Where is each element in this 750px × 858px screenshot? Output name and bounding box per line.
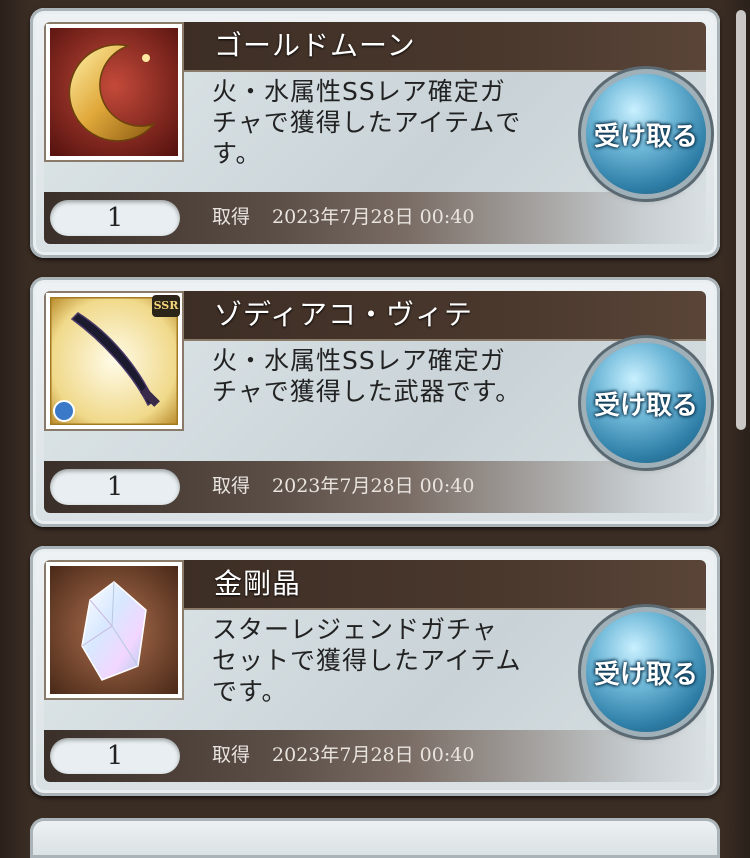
quantity-pill: 1 <box>50 738 180 774</box>
item-card-partial <box>30 818 720 858</box>
title-bar: ゴールドムーン <box>184 22 706 72</box>
desc-line: す。 <box>212 139 262 168</box>
receive-button[interactable]: 受け取る <box>586 343 706 463</box>
title-bar: ゾディアコ・ヴィテ <box>184 291 706 341</box>
card-footer: 1 取得 2023年7月28日 00:40 <box>44 192 706 244</box>
quantity-pill: 1 <box>50 200 180 236</box>
acquired-label: 取得 <box>212 206 251 228</box>
water-element-icon <box>53 400 75 422</box>
receive-label: 受け取る <box>593 122 698 152</box>
acquired-label: 取得 <box>212 744 251 766</box>
desc-line: チャで獲得した武器です。 <box>212 377 522 406</box>
acquired-info: 取得 2023年7月28日 00:40 <box>212 742 474 768</box>
item-card-gold-moon: ゴールドムーン 火・水属性SSレア確定ガ チャで獲得したアイテムで す。 1 取… <box>30 8 720 258</box>
item-name: ゾディアコ・ヴィテ <box>214 298 474 331</box>
acquired-info: 取得 2023年7月28日 00:40 <box>212 204 474 230</box>
acquired-date: 2023年7月28日 00:40 <box>272 475 475 497</box>
receive-button[interactable]: 受け取る <box>586 612 706 732</box>
desc-line: 火・水属性SSレア確定ガ <box>212 77 506 106</box>
receive-label: 受け取る <box>593 660 698 690</box>
title-bar: 金剛晶 <box>184 560 706 610</box>
acquired-info: 取得 2023年7月28日 00:40 <box>212 473 474 499</box>
desc-line: です。 <box>212 677 288 706</box>
ssr-badge: SSR <box>152 295 180 317</box>
desc-line: チャで獲得したアイテムで <box>212 108 522 137</box>
item-description: 火・水属性SSレア確定ガ チャで獲得したアイテムで す。 <box>212 76 572 169</box>
acquired-label: 取得 <box>212 475 251 497</box>
item-description: スターレジェンドガチャ セットで獲得したアイテム です。 <box>212 614 572 707</box>
acquired-date: 2023年7月28日 00:40 <box>272 206 475 228</box>
quantity-pill: 1 <box>50 469 180 505</box>
item-name: 金剛晶 <box>214 567 302 600</box>
item-description: 火・水属性SSレア確定ガ チャで獲得した武器です。 <box>212 345 572 407</box>
card-footer: 1 取得 2023年7月28日 00:40 <box>44 461 706 513</box>
item-thumbnail <box>44 22 184 162</box>
gold-moon-icon <box>50 28 178 156</box>
card-footer: 1 取得 2023年7月28日 00:40 <box>44 730 706 782</box>
desc-line: スターレジェンドガチャ <box>212 615 498 644</box>
desc-line: 火・水属性SSレア確定ガ <box>212 346 506 375</box>
item-thumbnail: SSR <box>44 291 184 431</box>
receive-label: 受け取る <box>593 391 698 421</box>
item-card-zodiaco-vite: SSR ゾディアコ・ヴィテ 火・水属性SSレア確定ガ チャで獲得した武器です。 … <box>30 277 720 527</box>
item-card-kongosho: 金剛晶 スターレジェンドガチャ セットで獲得したアイテム です。 1 取得 202… <box>30 546 720 796</box>
item-name: ゴールドムーン <box>214 29 416 62</box>
acquired-date: 2023年7月28日 00:40 <box>272 744 475 766</box>
item-thumbnail <box>44 560 184 700</box>
desc-line: セットで獲得したアイテム <box>212 646 522 675</box>
receive-button[interactable]: 受け取る <box>586 74 706 194</box>
scrollbar[interactable] <box>736 10 746 430</box>
crystal-icon <box>50 566 178 694</box>
